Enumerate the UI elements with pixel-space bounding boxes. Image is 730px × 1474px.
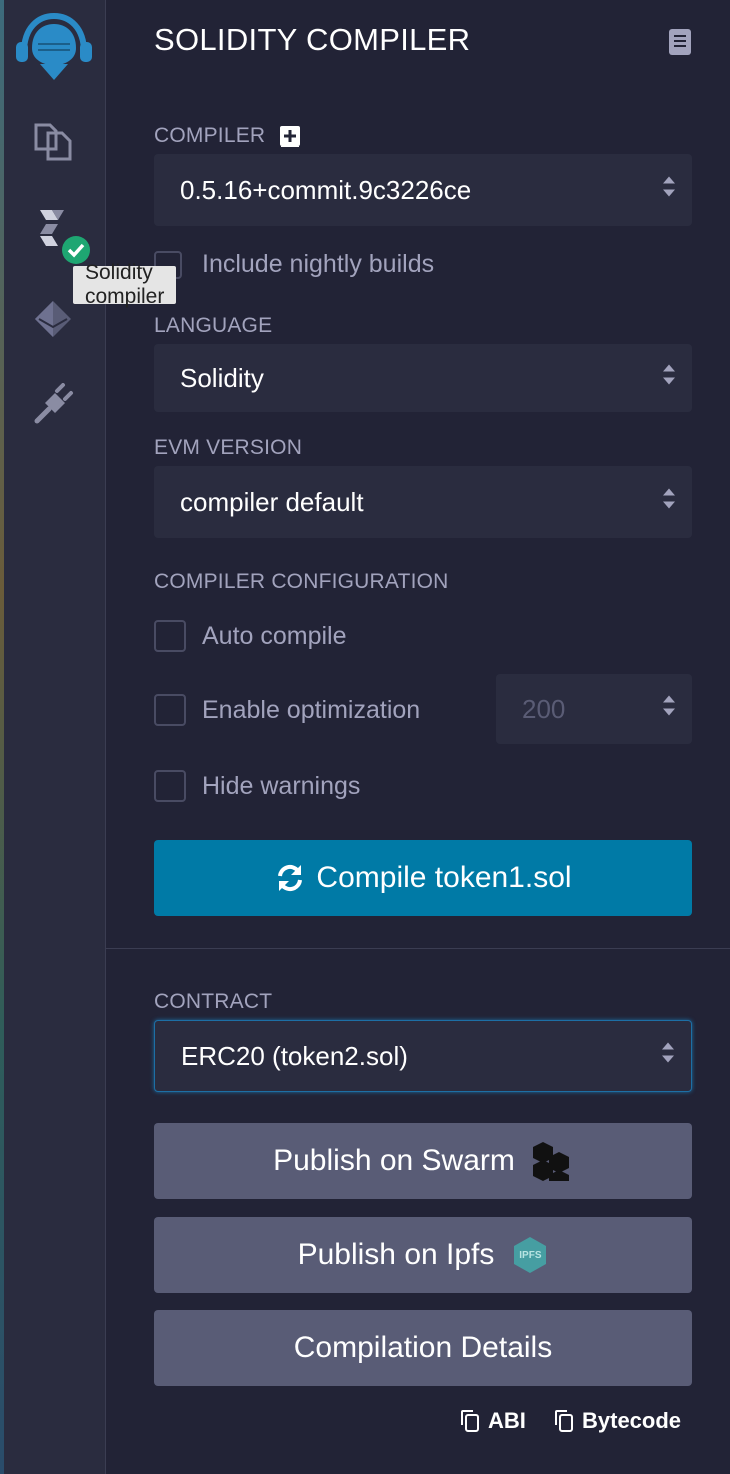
page-title: SOLIDITY COMPILER bbox=[154, 22, 471, 57]
add-compiler-icon[interactable] bbox=[279, 125, 301, 147]
enable-optimization-row[interactable]: Enable optimization bbox=[154, 694, 420, 726]
plugin-manager-icon[interactable] bbox=[30, 382, 76, 428]
compiler-panel: SOLIDITY COMPILER COMPILER 0.5.16+commit… bbox=[106, 0, 730, 1474]
compiler-label: COMPILER bbox=[154, 124, 301, 148]
compiler-version-select[interactable]: 0.5.16+commit.9c3226ce bbox=[154, 154, 692, 226]
hide-warnings-label: Hide warnings bbox=[202, 771, 361, 800]
optimization-runs-input[interactable]: 200 bbox=[496, 674, 692, 744]
copy-bytecode-label: Bytecode bbox=[582, 1408, 682, 1433]
publish-ipfs-button[interactable]: Publish on Ipfs IPFS bbox=[154, 1217, 692, 1293]
evm-version-value: compiler default bbox=[180, 486, 364, 517]
solidity-compiler-icon[interactable] bbox=[30, 206, 94, 266]
select-arrows-icon bbox=[662, 174, 676, 207]
copy-bytecode-button[interactable]: Bytecode bbox=[554, 1408, 681, 1434]
swarm-icon bbox=[529, 1140, 573, 1182]
hide-warnings-row[interactable]: Hide warnings bbox=[154, 770, 360, 802]
window-edge bbox=[0, 0, 4, 1474]
enable-optimization-label: Enable optimization bbox=[202, 695, 421, 724]
auto-compile-label: Auto compile bbox=[202, 621, 347, 650]
language-value: Solidity bbox=[180, 362, 264, 393]
icon-sidebar: Solidity compiler bbox=[0, 0, 177, 1474]
stepper-arrows-icon[interactable] bbox=[662, 693, 676, 726]
evm-version-label: EVM VERSION bbox=[154, 436, 303, 459]
remix-logo-icon[interactable] bbox=[12, 8, 96, 84]
compilation-details-label: Compilation Details bbox=[293, 1331, 553, 1364]
select-arrows-icon bbox=[662, 486, 676, 519]
optimization-runs-placeholder: 200 bbox=[522, 693, 566, 724]
enable-optimization-checkbox[interactable] bbox=[154, 694, 186, 726]
refresh-icon bbox=[274, 862, 306, 894]
hide-warnings-checkbox[interactable] bbox=[154, 770, 186, 802]
section-divider bbox=[106, 948, 730, 949]
compilation-details-button[interactable]: Compilation Details bbox=[154, 1310, 692, 1386]
contract-label: CONTRACT bbox=[154, 990, 273, 1013]
documentation-icon[interactable] bbox=[668, 28, 692, 61]
copy-abi-label: ABI bbox=[488, 1408, 526, 1433]
select-arrows-icon bbox=[662, 362, 676, 395]
nightly-builds-label: Include nightly builds bbox=[202, 250, 435, 278]
auto-compile-row[interactable]: Auto compile bbox=[154, 620, 347, 652]
copy-icon bbox=[555, 1410, 573, 1432]
language-select[interactable]: Solidity bbox=[154, 344, 692, 412]
contract-select[interactable]: ERC20 (token2.sol) bbox=[154, 1020, 692, 1092]
select-arrows-icon bbox=[661, 1040, 675, 1073]
compiler-config-label: COMPILER CONFIGURATION bbox=[154, 570, 449, 593]
sidebar-tooltip: Solidity compiler bbox=[73, 261, 177, 308]
compiler-label-text: COMPILER bbox=[154, 124, 266, 147]
nightly-builds-row[interactable]: Include nightly builds bbox=[154, 250, 434, 279]
copy-icon bbox=[461, 1410, 479, 1432]
language-label: LANGUAGE bbox=[154, 314, 273, 337]
auto-compile-checkbox[interactable] bbox=[154, 620, 186, 652]
compile-button-label: Compile token1.sol bbox=[316, 861, 572, 894]
evm-version-select[interactable]: compiler default bbox=[154, 466, 692, 538]
ipfs-badge-text: IPFS bbox=[519, 1249, 542, 1261]
ipfs-icon: IPFS bbox=[512, 1235, 548, 1275]
publish-swarm-label: Publish on Swarm bbox=[273, 1144, 515, 1177]
file-explorer-icon[interactable] bbox=[30, 118, 76, 164]
compiler-version-value: 0.5.16+commit.9c3226ce bbox=[180, 174, 472, 205]
copy-abi-button[interactable]: ABI bbox=[460, 1408, 526, 1434]
publish-swarm-button[interactable]: Publish on Swarm bbox=[154, 1123, 692, 1199]
contract-value: ERC20 (token2.sol) bbox=[181, 1040, 408, 1071]
compile-button[interactable]: Compile token1.sol bbox=[154, 840, 692, 916]
deploy-run-icon[interactable] bbox=[30, 296, 76, 342]
publish-ipfs-label: Publish on Ipfs bbox=[297, 1238, 495, 1271]
